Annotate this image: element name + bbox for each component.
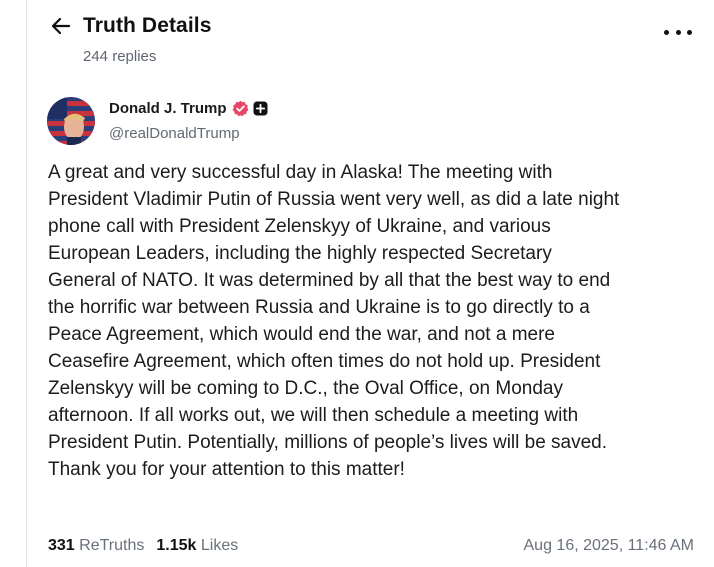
- post-body: A great and very successful day in Alask…: [48, 159, 708, 483]
- post-body-line: phone call with President Zelenskyy of U…: [48, 216, 551, 237]
- post-body-line: Zelenskyy will be coming to D.C., the Ov…: [48, 378, 563, 399]
- post-body-line: afternoon. If all works out, we will the…: [48, 405, 579, 426]
- post-timestamp: Aug 16, 2025, 11:46 AM: [523, 537, 695, 554]
- post-body-line: Ceasefire Agreement, which often times d…: [48, 351, 601, 372]
- author-name-row: Donald J. Trump: [109, 100, 268, 117]
- post-body-line: President Vladimir Putin of Russia went …: [48, 189, 620, 210]
- likes-stat[interactable]: 1.15k Likes: [156, 537, 238, 555]
- page-title: Truth Details: [83, 14, 212, 37]
- post-body-line: General of NATO. It was determined by al…: [48, 270, 611, 291]
- likes-label: Likes: [200, 537, 239, 554]
- author-display-name[interactable]: Donald J. Trump: [109, 100, 227, 117]
- post-body-line: Thank you for your attention to this mat…: [48, 459, 405, 480]
- reply-count: 244 replies: [83, 48, 157, 65]
- avatar[interactable]: [47, 97, 95, 145]
- post-detail-panel: Truth Details 244 replies Donald J. Trum…: [26, 0, 712, 567]
- author-handle[interactable]: @realDonaldTrump: [109, 125, 240, 142]
- post-body-line: President Putin. Potentially, millions o…: [48, 432, 608, 453]
- plus-square-icon: [253, 101, 268, 116]
- post-body-line: Peace Agreement, which would end the war…: [48, 324, 555, 345]
- retruths-label: ReTruths: [79, 537, 145, 554]
- post-body-line: A great and very successful day in Alask…: [48, 162, 553, 183]
- post-body-line: the horrific war between Russia and Ukra…: [48, 297, 590, 318]
- post-body-line: European Leaders, including the highly r…: [48, 243, 552, 264]
- ellipsis-icon[interactable]: [664, 22, 692, 42]
- retruths-stat[interactable]: 331 ReTruths: [48, 537, 144, 555]
- arrow-left-icon[interactable]: [49, 14, 73, 38]
- retruths-count: 331: [48, 537, 75, 554]
- post-stats: 331 ReTruths 1.15k Likes: [48, 537, 250, 555]
- likes-count: 1.15k: [156, 537, 197, 554]
- header: Truth Details: [49, 14, 212, 38]
- verified-badge-icon: [232, 100, 249, 117]
